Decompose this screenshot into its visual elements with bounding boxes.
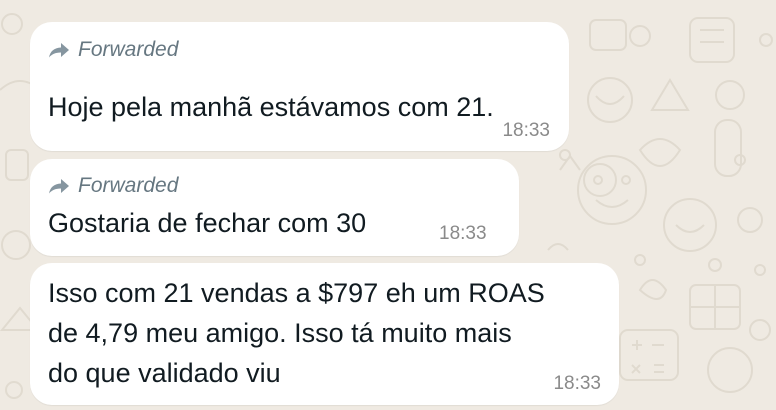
message-text-line: do que validado viu [48, 358, 281, 388]
message-text: Isso com 21 vendas a $797 eh um ROAS de … [48, 273, 545, 393]
forward-arrow-icon [48, 178, 70, 194]
message-text-line: de 4,79 meu amigo. Isso tá muito mais [48, 318, 512, 348]
message-text: Hoje pela manhã estávamos com 21. [48, 92, 494, 122]
forwarded-label-row: Forwarded [48, 174, 178, 198]
message-bubble[interactable]: Forwarded Hoje pela manhã estávamos com … [30, 22, 569, 151]
message-bubble[interactable]: Isso com 21 vendas a $797 eh um ROAS de … [30, 263, 619, 405]
message-bubble[interactable]: Forwarded Gostaria de fechar com 30 18:3… [30, 159, 519, 256]
forward-arrow-icon [48, 42, 70, 58]
forwarded-label: Forwarded [78, 38, 179, 61]
message-text: Gostaria de fechar com 30 [48, 208, 367, 238]
forwarded-label-row: Forwarded [48, 38, 178, 62]
message-timestamp: 18:33 [502, 120, 550, 141]
forwarded-label: Forwarded [78, 174, 179, 197]
message-text-line: Isso com 21 vendas a $797 eh um ROAS [48, 278, 545, 308]
message-timestamp: 18:33 [439, 223, 487, 244]
message-timestamp: 18:33 [553, 373, 601, 394]
